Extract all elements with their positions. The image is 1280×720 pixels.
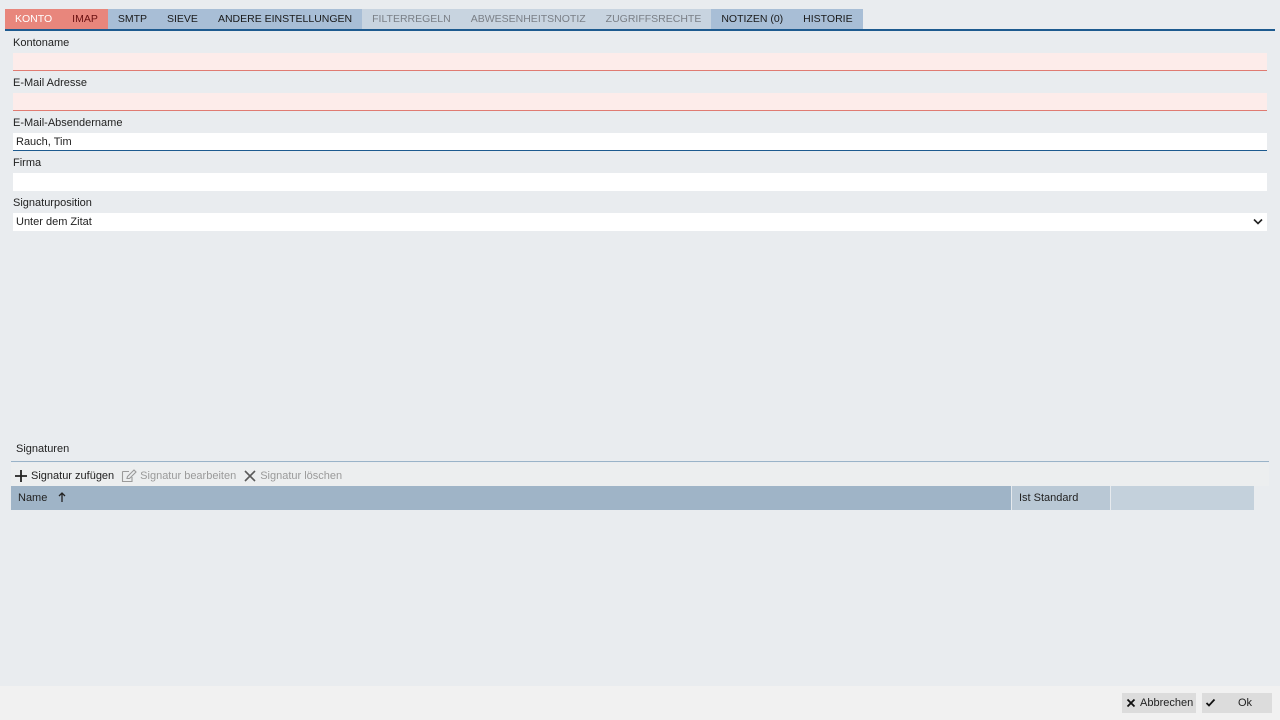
tab-sieve[interactable]: Sieve — [157, 9, 208, 29]
close-icon — [1126, 698, 1136, 708]
account-name-input[interactable] — [13, 53, 1267, 71]
tab-zugriffsrechte[interactable]: Zugriffsrechte — [595, 9, 712, 29]
signatures-panel-title: Signaturen — [11, 441, 1269, 462]
sort-ascending-icon — [58, 492, 66, 502]
ok-button[interactable]: Ok — [1202, 693, 1272, 713]
delete-signature-button[interactable]: Signatur löschen — [240, 463, 346, 486]
delete-signature-label: Signatur löschen — [260, 469, 343, 482]
edit-icon — [122, 468, 137, 482]
check-icon — [1205, 698, 1216, 707]
tab-smtp[interactable]: SMTP — [107, 9, 157, 29]
company-input[interactable] — [13, 173, 1267, 191]
tab-historie[interactable]: Historie — [793, 9, 863, 29]
edit-signature-label: Signatur bearbeiten — [140, 469, 237, 482]
company-label: Firma — [13, 157, 42, 169]
tab-andere-einstellungen[interactable]: Andere Einstellungen — [207, 9, 363, 29]
add-signature-button[interactable]: Signatur zufügen — [11, 463, 118, 486]
signatures-toolbar: Signatur zufügen Signatur bearbeiten Sig… — [11, 463, 1269, 486]
cancel-button[interactable]: Abbrechen — [1122, 693, 1196, 713]
column-header-filler — [1111, 486, 1254, 510]
dialog-footer — [0, 686, 1280, 720]
column-name-label: Name — [18, 492, 48, 504]
ok-label: Ok — [1238, 697, 1253, 709]
plus-icon — [15, 469, 27, 482]
tab-filterregeln[interactable]: Filterregeln — [362, 9, 461, 29]
signatures-title: Signaturen — [16, 443, 70, 455]
signature-position-label: Signaturposition — [13, 197, 92, 209]
add-signature-label: Signatur zufügen — [31, 469, 115, 482]
email-input[interactable] — [13, 93, 1267, 111]
column-default-label: Ist Standard — [1019, 492, 1079, 504]
delete-icon — [244, 469, 256, 482]
signature-position-select[interactable]: Unter dem Zitat — [13, 213, 1267, 231]
email-label: E-Mail Adresse — [13, 77, 87, 89]
tab-konto[interactable]: Konto — [5, 9, 63, 29]
tab-bar: Konto IMAP SMTP Sieve Andere Einstellung… — [5, 9, 1275, 31]
chevron-down-icon — [1253, 218, 1263, 225]
cancel-label: Abbrechen — [1140, 697, 1194, 709]
signature-position-value: Unter dem Zitat — [16, 216, 92, 228]
tab-notizen[interactable]: Notizen (0) — [711, 9, 794, 29]
signatures-grid-header: Name Ist Standard — [11, 486, 1254, 510]
account-name-label: Kontoname — [13, 37, 70, 49]
column-header-name[interactable]: Name — [11, 486, 1012, 510]
tab-imap[interactable]: IMAP — [62, 9, 108, 29]
edit-signature-button[interactable]: Signatur bearbeiten — [118, 463, 240, 486]
sender-name-input[interactable] — [13, 133, 1267, 151]
column-header-default[interactable]: Ist Standard — [1012, 486, 1111, 510]
sender-name-label: E-Mail-Absendername — [13, 117, 123, 129]
tab-abwesenheitsnotiz[interactable]: Abwesenheitsnotiz — [460, 9, 596, 29]
